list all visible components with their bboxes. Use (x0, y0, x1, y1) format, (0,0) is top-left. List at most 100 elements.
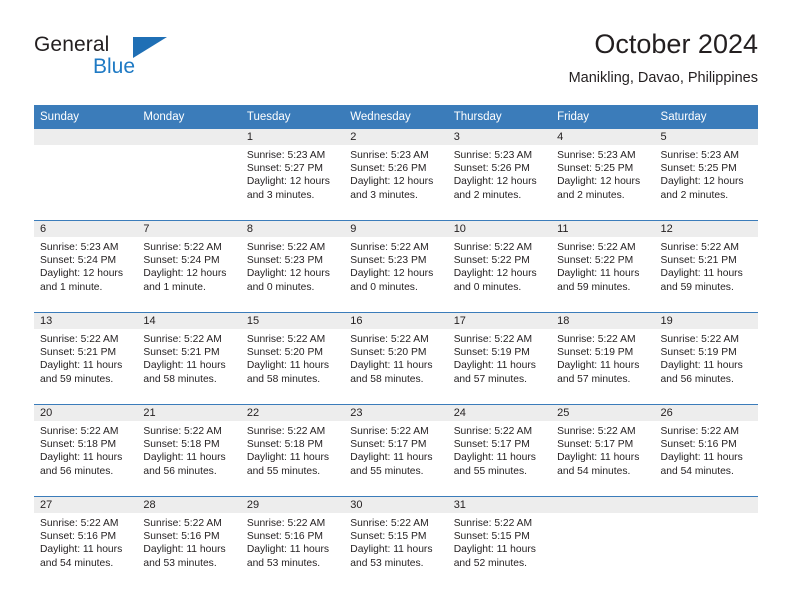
daylight-text-line2: and 59 minutes. (557, 281, 631, 293)
calendar-day-cell[interactable]: 3 Sunrise: 5:23 AM Sunset: 5:26 PM Daylight… (447, 129, 552, 220)
calendar-day-cell[interactable]: 29 Sunrise: 5:22 AM Sunset: 5:16 PM Dayligh… (240, 497, 345, 588)
day-details: Sunrise: 5:22 AM Sunset: 5:15 PM Daylight:… (344, 513, 447, 570)
calendar-day-cell[interactable]: 28 Sunrise: 5:22 AM Sunset: 5:16 PM Dayligh… (137, 497, 241, 588)
daylight-text-line2: and 2 minutes. (453, 189, 522, 201)
day-number: 12 (654, 221, 758, 237)
calendar-day-cell[interactable]: 24 Sunrise: 5:22 AM Sunset: 5:17 PM Dayligh… (447, 405, 552, 496)
sunset-text: Sunset: 5:16 PM (660, 439, 737, 451)
day-number: 24 (447, 405, 552, 421)
calendar-week-row: 27 Sunrise: 5:22 AM Sunset: 5:16 PM Dayligh… (34, 496, 758, 588)
sunrise-text: Sunrise: 5:22 AM (143, 242, 222, 253)
day-details: Sunrise: 5:23 AM Sunset: 5:26 PM Daylight:… (344, 145, 447, 202)
day-details: Sunrise: 5:22 AM Sunset: 5:24 PM Daylight:… (137, 237, 240, 294)
daylight-text-line2: and 54 minutes. (557, 465, 631, 477)
daylight-text-line1: Daylight: 11 hours (453, 544, 536, 556)
calendar-day-cell[interactable]: 1 Sunrise: 5:23 AM Sunset: 5:27 PM Daylight… (240, 129, 345, 220)
calendar-day-cell[interactable]: 27 Sunrise: 5:22 AM Sunset: 5:16 PM Dayligh… (34, 497, 138, 588)
sunrise-text: Sunrise: 5:22 AM (350, 426, 429, 437)
day-number: 14 (137, 313, 241, 329)
day-number: 5 (654, 129, 758, 145)
calendar-day-cell[interactable]: 2 Sunrise: 5:23 AM Sunset: 5:26 PM Daylight… (344, 129, 448, 220)
calendar-day-cell[interactable]: 11 Sunrise: 5:22 AM Sunset: 5:22 PM Dayligh… (551, 221, 655, 312)
daylight-text-line1: Daylight: 11 hours (557, 268, 640, 280)
daylight-text-line1: Daylight: 12 hours (453, 176, 537, 188)
sunrise-text: Sunrise: 5:22 AM (557, 242, 636, 253)
sunrise-text: Sunrise: 5:23 AM (453, 150, 533, 161)
day-number: 16 (344, 313, 448, 329)
day-number: 29 (240, 497, 345, 513)
daylight-text-line1: Daylight: 11 hours (557, 452, 640, 464)
daylight-text-line1: Daylight: 12 hours (143, 268, 227, 280)
daylight-text-line2: and 53 minutes. (246, 557, 321, 569)
day-details: Sunrise: 5:23 AM Sunset: 5:27 PM Daylight:… (241, 145, 344, 202)
sunset-text: Sunset: 5:24 PM (143, 255, 220, 267)
calendar-day-cell[interactable]: 19 Sunrise: 5:22 AM Sunset: 5:19 PM Dayligh… (654, 313, 758, 404)
daylight-text-line2: and 55 minutes. (350, 465, 424, 477)
calendar-day-cell[interactable]: 9 Sunrise: 5:22 AM Sunset: 5:23 PM Daylight… (344, 221, 448, 312)
daylight-text-line1: Daylight: 11 hours (40, 452, 123, 464)
calendar-day-cell[interactable]: 6 Sunrise: 5:23 AM Sunset: 5:24 PM Daylight… (34, 221, 138, 312)
calendar-day-cell[interactable]: 17 Sunrise: 5:22 AM Sunset: 5:19 PM Dayligh… (447, 313, 552, 404)
logo-triangle-icon (133, 37, 167, 58)
calendar-day-cell[interactable]: 15 Sunrise: 5:22 AM Sunset: 5:20 PM Dayligh… (240, 313, 345, 404)
daylight-text-line2: and 52 minutes. (453, 557, 527, 569)
daylight-text-line1: Daylight: 11 hours (143, 544, 226, 556)
calendar-day-cell[interactable]: 14 Sunrise: 5:22 AM Sunset: 5:21 PM Dayligh… (137, 313, 241, 404)
daylight-text-line2: and 56 minutes. (660, 373, 734, 385)
calendar-day-cell[interactable]: 22 Sunrise: 5:22 AM Sunset: 5:18 PM Dayligh… (240, 405, 345, 496)
sunset-text: Sunset: 5:17 PM (557, 439, 634, 451)
day-number: 25 (551, 405, 655, 421)
day-number: 28 (137, 497, 241, 513)
calendar-day-cell[interactable]: 12 Sunrise: 5:22 AM Sunset: 5:21 PM Dayligh… (654, 221, 758, 312)
sunrise-text: Sunrise: 5:22 AM (660, 334, 739, 345)
sunset-text: Sunset: 5:25 PM (557, 163, 634, 175)
day-details: Sunrise: 5:23 AM Sunset: 5:26 PM Daylight:… (448, 145, 551, 202)
calendar-day-cell[interactable]: 26 Sunrise: 5:22 AM Sunset: 5:16 PM Dayligh… (654, 405, 758, 496)
calendar-day-cell[interactable]: 16 Sunrise: 5:22 AM Sunset: 5:20 PM Dayligh… (344, 313, 448, 404)
calendar-day-cell[interactable]: 25 Sunrise: 5:22 AM Sunset: 5:17 PM Dayligh… (551, 405, 655, 496)
daylight-text-line2: and 1 minute. (143, 281, 206, 293)
sunset-text: Sunset: 5:27 PM (246, 163, 323, 175)
daylight-text-line2: and 59 minutes. (660, 281, 734, 293)
sunrise-text: Sunrise: 5:23 AM (350, 150, 429, 161)
calendar-day-cell[interactable]: 31 Sunrise: 5:22 AM Sunset: 5:15 PM Dayligh… (447, 497, 552, 588)
sunrise-text: Sunrise: 5:22 AM (660, 426, 739, 437)
day-number: 21 (137, 405, 241, 421)
sunset-text: Sunset: 5:21 PM (660, 255, 737, 267)
sunset-text: Sunset: 5:17 PM (453, 439, 530, 451)
calendar-day-cell[interactable]: 8 Sunrise: 5:22 AM Sunset: 5:23 PM Daylight… (240, 221, 345, 312)
general-blue-logo[interactable]: General Blue (34, 33, 184, 85)
calendar-day-cell[interactable]: 18 Sunrise: 5:22 AM Sunset: 5:19 PM Dayligh… (551, 313, 655, 404)
calendar-day-cell[interactable]: 4 Sunrise: 5:23 AM Sunset: 5:25 PM Daylight… (551, 129, 655, 220)
page-title: October 2024 (594, 29, 758, 59)
sunrise-text: Sunrise: 5:22 AM (246, 518, 326, 529)
calendar-day-cell[interactable]: 7 Sunrise: 5:22 AM Sunset: 5:24 PM Daylight… (137, 221, 241, 312)
sunrise-text: Sunrise: 5:23 AM (557, 150, 636, 161)
sunset-text: Sunset: 5:20 PM (246, 347, 323, 359)
calendar-day-cell[interactable]: 21 Sunrise: 5:22 AM Sunset: 5:18 PM Dayligh… (137, 405, 241, 496)
weekday-header-wednesday: Wednesday (350, 111, 411, 123)
weekday-header-saturday: Saturday (660, 111, 707, 123)
day-details: Sunrise: 5:22 AM Sunset: 5:16 PM Daylight:… (137, 513, 240, 570)
sunset-text: Sunset: 5:19 PM (453, 347, 530, 359)
daylight-text-line2: and 0 minutes. (246, 281, 315, 293)
calendar-day-cell[interactable]: 20 Sunrise: 5:22 AM Sunset: 5:18 PM Dayligh… (34, 405, 138, 496)
page-header: General Blue October 2024 Manikling, Dav… (34, 28, 758, 100)
day-number (137, 129, 241, 145)
day-number: 17 (447, 313, 552, 329)
day-details: Sunrise: 5:22 AM Sunset: 5:22 PM Daylight:… (551, 237, 654, 294)
sunrise-text: Sunrise: 5:23 AM (660, 150, 739, 161)
calendar-day-cell[interactable]: 30 Sunrise: 5:22 AM Sunset: 5:15 PM Dayligh… (344, 497, 448, 588)
weekday-header-row: Sunday Monday Tuesday Wednesday Thursday… (34, 105, 758, 129)
day-number (34, 129, 138, 145)
calendar-day-cell[interactable]: 23 Sunrise: 5:22 AM Sunset: 5:17 PM Dayligh… (344, 405, 448, 496)
sunrise-text: Sunrise: 5:22 AM (40, 334, 119, 345)
sunset-text: Sunset: 5:21 PM (40, 347, 117, 359)
sunrise-text: Sunrise: 5:22 AM (246, 334, 326, 345)
calendar-day-cell[interactable]: 5 Sunrise: 5:23 AM Sunset: 5:25 PM Daylight… (654, 129, 758, 220)
day-details: Sunrise: 5:22 AM Sunset: 5:18 PM Daylight:… (241, 421, 344, 478)
calendar-day-cell[interactable]: 10 Sunrise: 5:22 AM Sunset: 5:22 PM Dayligh… (447, 221, 552, 312)
calendar-day-cell[interactable]: 13 Sunrise: 5:22 AM Sunset: 5:21 PM Dayligh… (34, 313, 138, 404)
daylight-text-line2: and 2 minutes. (557, 189, 625, 201)
daylight-text-line1: Daylight: 11 hours (246, 544, 330, 556)
